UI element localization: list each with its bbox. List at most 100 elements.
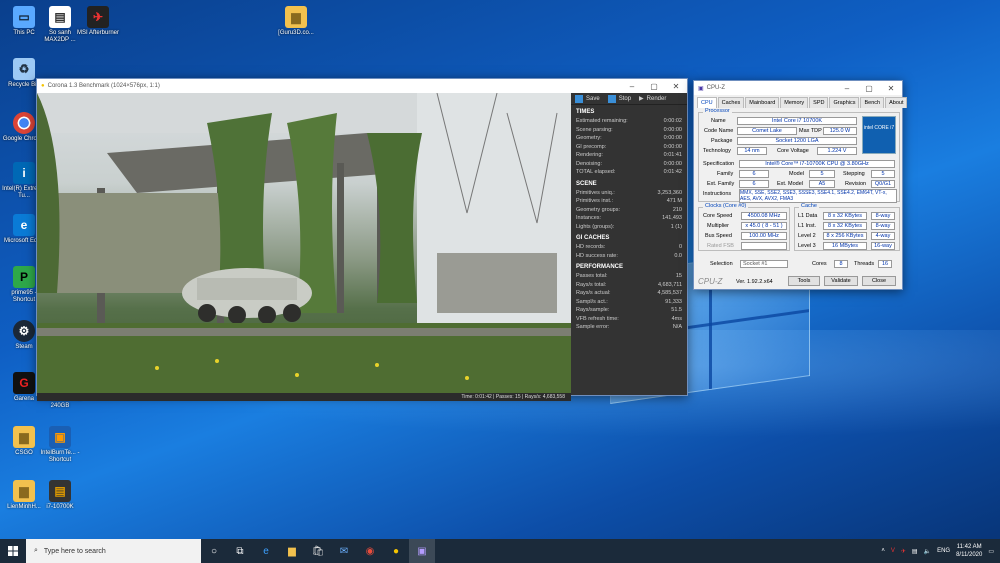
technology-value: 14 nm [737,147,767,155]
recycle-bin-icon: ♻ [13,58,35,80]
render-status-bar: Time: 0:01:42 | Passes: 15 | Rays/s: 4,6… [37,393,571,401]
stat-row: Instances: 141,493 [576,215,682,221]
chrome-icon [13,112,35,134]
maximize-button[interactable]: ▢ [643,82,665,91]
minimize-button[interactable]: – [836,84,858,93]
tab-cpu[interactable]: CPU [697,97,717,108]
stop-button[interactable]: Stop [607,94,631,103]
performance-section: PERFORMANCE Passes total: 15 Rays/s total… [576,264,682,330]
stop-icon [607,94,616,103]
notifications-icon[interactable]: ▭ [988,548,994,555]
clock-date: 8/11/2020 [956,552,983,558]
cortana-button[interactable]: ○ [201,539,227,563]
garena-icon: G [13,372,35,394]
taskbar-store[interactable]: 🛍 [305,539,331,563]
clock-time: 11:42 AM [956,544,982,550]
close-button[interactable]: ✕ [880,84,902,93]
validate-button[interactable]: Validate [824,276,858,286]
multiplier-value: x 45.0 ( 8 - 51 ) [741,222,787,230]
msi-afterburner-tray-icon[interactable]: ✈ [901,548,906,555]
save-button[interactable]: Save [575,94,600,103]
l1-inst-ways: 8-way [871,222,895,230]
edge-icon: e [263,545,269,557]
instructions-value: MMX, SSE, SSE2, SSE3, SSSE3, SSE4.1, SSE… [739,189,897,203]
stat-row: Denoising: 0:00:00 [576,160,682,167]
tab-caches[interactable]: Caches [717,97,745,108]
taskbar-edge[interactable]: e [253,539,279,563]
codename-value: Comet Lake [737,127,797,135]
tab-spd[interactable]: SPD [809,97,829,108]
desktop-icon-intelburntest[interactable]: ▣ IntelBurnTe... - Shortcut [36,426,84,464]
gi-caches-section: GI CACHES HD records: 0 HD success rate: 0… [576,235,682,259]
taskbar-mail[interactable]: ✉ [331,539,357,563]
render-viewport[interactable] [37,93,571,393]
tools-button[interactable]: Tools [788,276,820,286]
desktop-icon-i7-10700k[interactable]: ▤ i7-10700K [36,480,84,511]
system-tray: ˄ V ✈ ▤ 🔈 ENG 11:42 AM 8/11/2020 ▭ [881,543,1000,559]
afterburner-icon: ✈ [87,6,109,28]
stat-row: Rays/s actual: 4,585,537 [576,290,682,296]
desktop-icon-msi-afterburner[interactable]: ✈ MSI Afterburner [74,6,122,37]
stat-row: Rays/sample: 51.5 [576,307,682,313]
file-icon: ▤ [49,480,71,502]
folder-icon: ▆ [288,545,296,557]
chevron-up-icon[interactable]: ˄ [881,548,885,554]
volume-icon[interactable]: 🔈 [924,548,931,555]
tab-about[interactable]: About [885,97,908,108]
model-value: 5 [809,170,835,178]
mail-icon: ✉ [339,545,349,557]
clock[interactable]: 11:42 AM 8/11/2020 [956,543,982,559]
taskbar-search-box[interactable]: ⌕ Type here to search [26,539,201,563]
stat-row: Geometry: 0:00:00 [576,135,682,141]
cpuz-window[interactable]: ▣ CPU-Z – ▢ ✕ CPU Caches Mainboard Memor… [693,80,908,290]
antivirus-icon[interactable]: V [891,548,895,554]
save-icon [575,94,583,103]
close-button[interactable]: ✕ [665,82,687,91]
rated-fsb-value [741,242,787,250]
file-icon: ▤ [49,6,71,28]
cpuz-version: Ver. 1.92.2.x64 [736,279,773,285]
minimize-button[interactable]: – [621,82,643,91]
processor-group: Processor Name Intel Core i7 10700K Code… [698,108,900,203]
start-button[interactable] [0,539,26,563]
search-icon: ⌕ [34,547,38,554]
cache-group: Cache L1 Data 8 x 32 KBytes 8-way L1 Ins… [794,203,900,251]
close-app-button[interactable]: Close [862,276,896,286]
l2-value: 8 x 256 KBytes [823,232,867,240]
stat-row: HD records: 0 [576,244,682,250]
maximize-button[interactable]: ▢ [858,84,880,93]
tab-bench[interactable]: Bench [860,97,885,108]
stepping-value: 5 [871,170,895,178]
stats-panel: Save Stop ▶ Render TIMES Estimated remain… [571,93,687,395]
render-button[interactable]: ▶ Render [639,95,666,103]
core-speed-value: 4500.08 MHz [741,212,787,220]
corona-window[interactable]: ● Corona 1.3 Benchmark (1024×576px, 1:1)… [36,78,688,401]
stat-row: Primitives uniq.: 3,253,360 [576,189,682,196]
socket-select[interactable]: Socket #1 [740,260,788,268]
task-view-button[interactable]: ⧉ [227,539,253,563]
cpuz-titlebar[interactable]: ▣ CPU-Z – ▢ ✕ [694,81,902,95]
intelburn-icon: ▣ [49,426,71,448]
render-toolbar: Save Stop ▶ Render [571,93,687,105]
taskbar-cpuz[interactable]: ▣ [409,539,435,563]
stat-row: Scene parsing: 0:00:00 [576,126,682,133]
taskbar-corona[interactable]: ● [383,539,409,563]
tab-memory[interactable]: Memory [780,97,809,108]
threads-value: 16 [878,260,892,268]
steam-icon: ⚙ [13,320,35,342]
desktop-icon-guru3d-folder[interactable]: ▆ [Guru3D.co... [272,6,320,37]
language-indicator[interactable]: ENG [937,548,950,554]
cpu-name-value: Intel Core i7 10700K [737,117,857,125]
taskbar-chrome[interactable]: ◉ [357,539,383,563]
tab-graphics[interactable]: Graphics [829,97,860,108]
tab-mainboard[interactable]: Mainboard [745,97,780,108]
computer-icon: ▭ [13,6,35,28]
taskbar-file-explorer[interactable]: ▆ [279,539,305,563]
network-icon[interactable]: ▤ [912,548,918,555]
l2-ways: 4-way [871,232,895,240]
corona-titlebar[interactable]: ● Corona 1.3 Benchmark (1024×576px, 1:1)… [37,79,687,93]
folder-icon: ▆ [285,6,307,28]
cpuz-tabs: CPU Caches Mainboard Memory SPD Graphics… [694,95,908,108]
stat-row: GI precomp: 0:00:00 [576,143,682,150]
stat-row: Geometry groups: 210 [576,206,682,213]
